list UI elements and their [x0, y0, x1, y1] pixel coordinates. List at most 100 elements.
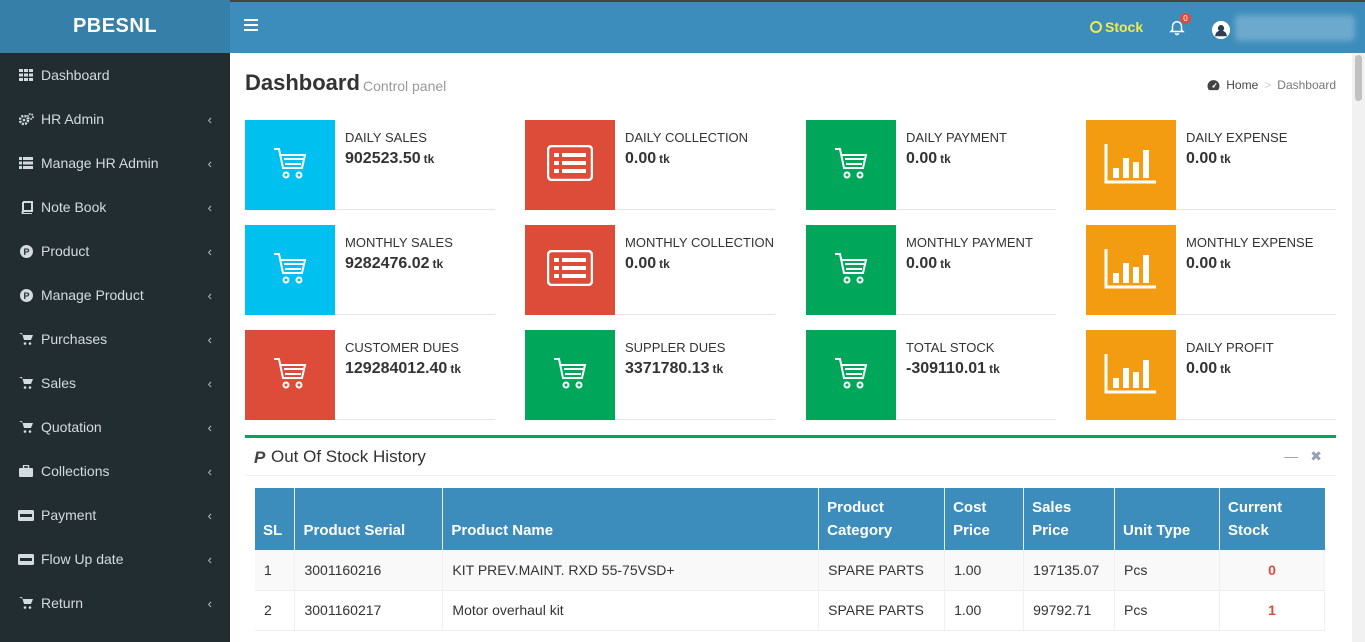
info-box-icon [1086, 330, 1176, 420]
sidebar-item-product[interactable]: P Product ‹ [0, 229, 230, 273]
cart-icon [552, 356, 588, 395]
table-cell: 3001160216 [294, 550, 444, 591]
user-name-redacted[interactable] [1235, 15, 1355, 41]
paypal-icon [18, 508, 34, 522]
sidebar-item-label: Quotation [41, 419, 102, 435]
sidebar-menu: Dashboard HR Admin ‹ Manage HR Admin ‹ Note B… [0, 53, 230, 625]
chevron-left-icon: ‹ [207, 508, 212, 523]
table-header-row: SL Product Serial Product Name Product Cate… [255, 488, 1325, 550]
info-box-icon [1086, 225, 1176, 315]
table-cell: Pcs [1114, 590, 1220, 631]
sidebar-item-hr-admin[interactable]: HR Admin ‹ [0, 97, 230, 141]
chevron-left-icon: ‹ [207, 288, 212, 303]
book-icon [18, 200, 34, 214]
user-avatar[interactable] [1212, 21, 1230, 39]
chevron-left-icon: ‹ [207, 156, 212, 171]
cart-icon [833, 251, 869, 290]
svg-text:P: P [23, 291, 29, 301]
cart-icon [272, 356, 308, 395]
info-box-value: 0.00 tk [1186, 255, 1231, 272]
minimize-icon[interactable]: — [1284, 448, 1298, 465]
sidebar-item-dashboard[interactable]: Dashboard [0, 53, 230, 97]
dashboard-gauge-icon [1207, 80, 1220, 91]
column-header[interactable]: Product Category [818, 488, 946, 550]
list-alt-icon [546, 249, 594, 291]
sidebar-item-quotation[interactable]: Quotation ‹ [0, 405, 230, 449]
info-box-value: 129284012.40 tk [345, 360, 461, 377]
column-header[interactable]: Cost Price [944, 488, 1025, 550]
info-box-unit: tk [659, 152, 670, 166]
sidebar-item-label: Sales [41, 375, 77, 391]
info-box-label: TOTAL STOCK [906, 340, 995, 355]
sidebar-item-note-book[interactable]: Note Book ‹ [0, 185, 230, 229]
sidebar-item-label: Manage Product [41, 287, 144, 303]
sidebar-item-collections[interactable]: Collections ‹ [0, 449, 230, 493]
th-icon [18, 68, 34, 82]
sidebar-item-label: Flow Up date [41, 551, 124, 567]
table-cell: 1 [1219, 590, 1326, 631]
brand-logo[interactable]: PBESNL [0, 0, 230, 53]
info-box-icon [525, 120, 615, 210]
list-alt-icon [546, 144, 594, 186]
stock-link-label: Stock [1105, 19, 1144, 35]
close-icon[interactable]: ✖ [1310, 448, 1322, 465]
bar-chart-icon [1104, 352, 1158, 399]
breadcrumb-current: Dashboard [1277, 78, 1336, 92]
column-header[interactable]: Unit Type [1114, 488, 1220, 550]
sidebar-item-manage-product[interactable]: P Manage Product ‹ [0, 273, 230, 317]
breadcrumb-home[interactable]: Home [1226, 78, 1258, 92]
info-box-icon [806, 225, 896, 315]
sidebar-item-payment[interactable]: Payment ‹ [0, 493, 230, 537]
sidebar-item-manage-hr-admin[interactable]: Manage HR Admin ‹ [0, 141, 230, 185]
info-box-unit: tk [1220, 152, 1231, 166]
stock-link[interactable]: Stock [1090, 19, 1143, 35]
info-box-label: MONTHLY EXPENSE [1186, 235, 1314, 250]
info-box-label: MONTHLY COLLECTION [625, 235, 775, 250]
chevron-left-icon: ‹ [207, 420, 212, 435]
column-header[interactable]: SL [255, 488, 296, 550]
cart-icon [833, 146, 869, 185]
info-box-daily-sales: DAILY SALES 902523.50 tk [245, 120, 495, 210]
info-box-unit: tk [712, 362, 724, 376]
breadcrumb-separator: > [1264, 78, 1272, 92]
info-box-unit: tk [1220, 362, 1231, 376]
table-cell: KIT PREV.MAINT. RXD 55-75VSD+ [442, 550, 820, 591]
sidebar-item-flow-up-date[interactable]: Flow Up date ‹ [0, 537, 230, 581]
column-header[interactable]: Current Stock [1219, 488, 1325, 550]
table-cell: 1.00 [944, 590, 1025, 631]
cart-icon [272, 146, 308, 185]
page-subtitle: Control panel [363, 78, 447, 94]
briefcase-icon [18, 464, 34, 478]
info-box-label: DAILY PROFIT [1186, 340, 1274, 355]
info-box-label: MONTHLY SALES [345, 235, 453, 250]
top-navbar: Stock 0 [230, 0, 1365, 53]
chevron-left-icon: ‹ [207, 112, 212, 127]
scrollbar-thumb[interactable] [1355, 55, 1362, 101]
table-row[interactable]: 1 3001160216 KIT PREV.MAINT. RXD 55-75VSD+… [255, 550, 1326, 591]
sidebar-item-return[interactable]: Return ‹ [0, 581, 230, 625]
sidebar-item-sales[interactable]: Sales ‹ [0, 361, 230, 405]
info-box-icon [245, 225, 335, 315]
sidebar-item-purchases[interactable]: Purchases ‹ [0, 317, 230, 361]
paypal-icon [18, 552, 34, 566]
info-box-label: DAILY EXPENSE [1186, 130, 1288, 145]
column-header[interactable]: Product Serial [294, 488, 444, 550]
product-p-icon: P [18, 288, 34, 302]
column-header[interactable]: Sales Price [1023, 488, 1116, 550]
table-cell: Motor overhaul kit [442, 590, 820, 631]
info-box-daily-profit: DAILY PROFIT 0.00 tk [1086, 330, 1336, 420]
info-box-value: 0.00 tk [1186, 360, 1231, 377]
column-header[interactable]: Product Name [442, 488, 820, 550]
info-box-label: CUSTOMER DUES [345, 340, 459, 355]
chevron-left-icon: ‹ [207, 376, 212, 391]
table-row[interactable]: 2 3001160217 Motor overhaul kit SPARE PARTS… [255, 590, 1326, 631]
cart-icon [18, 332, 34, 346]
sidebar-item-label: Collections [41, 463, 110, 479]
page-scrollbar[interactable] [1352, 53, 1365, 642]
info-box-unit: tk [432, 257, 444, 271]
circle-icon [1090, 21, 1102, 33]
page-title: Dashboard [245, 70, 360, 95]
info-box-label: DAILY SALES [345, 130, 427, 145]
info-box-value: 9282476.02 tk [345, 255, 444, 272]
sidebar-toggle-icon[interactable] [244, 19, 258, 33]
